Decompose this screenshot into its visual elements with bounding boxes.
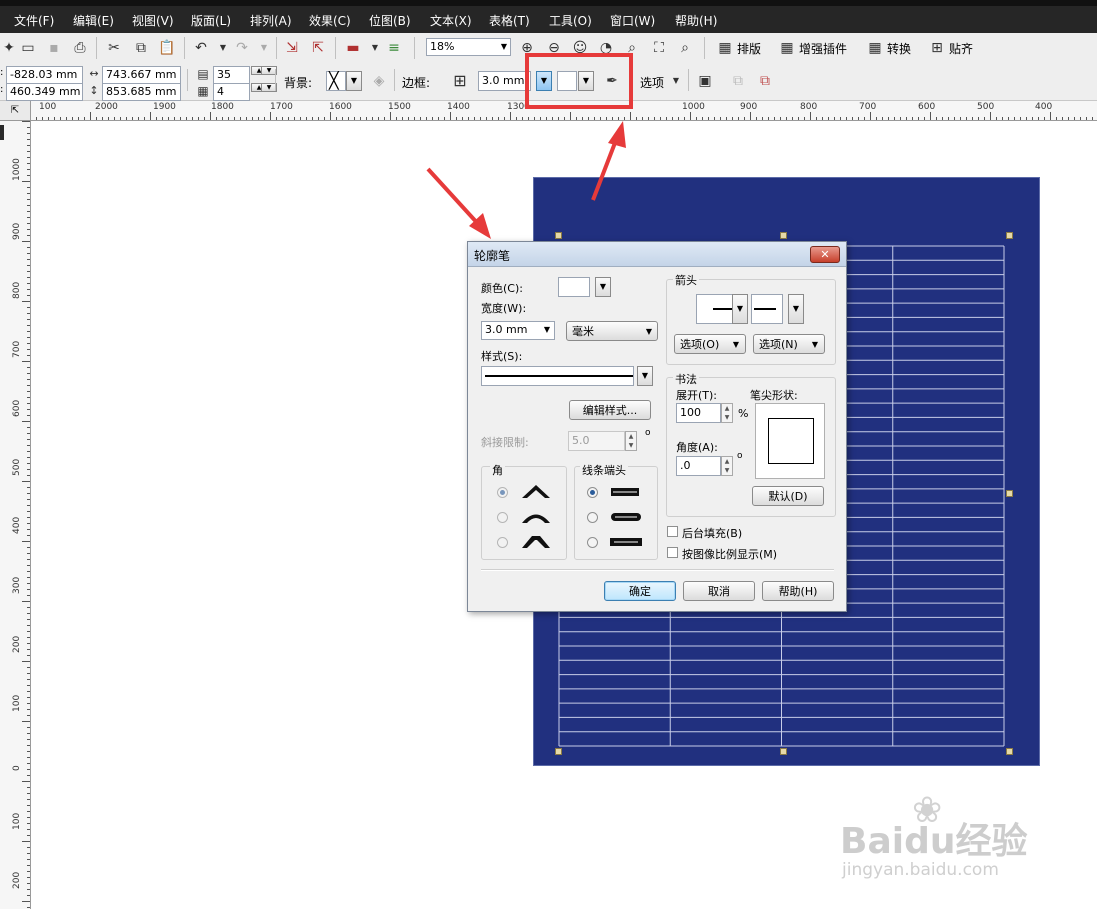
width-value: 3.0 mm [485, 323, 528, 336]
corner-bevel-radio[interactable] [497, 537, 508, 548]
cancel-button[interactable]: 取消 [683, 581, 755, 601]
line-style-field[interactable] [481, 366, 634, 386]
style-dropdown[interactable]: ▼ [637, 366, 653, 386]
round-cap-icon [611, 513, 641, 521]
angle-spinner-icon[interactable]: ▲ ▼ [721, 456, 733, 476]
miter-spinner-icon[interactable]: ▲ ▼ [625, 431, 637, 451]
end-arrow-field[interactable] [751, 294, 783, 324]
corner-label: 角 [490, 462, 505, 478]
width-field[interactable]: 3.0 mm ▼ [481, 321, 555, 340]
miter-limit-value: 5.0 [572, 434, 590, 447]
stretch-spinner-icon[interactable]: ▲ ▼ [721, 403, 733, 423]
linecap-square-radio[interactable] [587, 537, 598, 548]
help-button[interactable]: 帮助(H) [762, 581, 834, 601]
stretch-percent-unit: % [738, 407, 749, 420]
linecap-round-radio[interactable] [587, 512, 598, 523]
arrow-label: 箭头 [673, 272, 699, 288]
nib-shape-label: 笔尖形状: [750, 389, 798, 402]
linecap-butt-radio[interactable] [587, 487, 598, 498]
unit-dropdown[interactable]: 毫米 ▼ [566, 321, 658, 341]
round-corner-icon [522, 514, 550, 523]
bevel-corner-icon [522, 536, 550, 548]
angle-label: 角度(A): [676, 441, 718, 454]
behind-fill-label: 后台填充(B) [682, 527, 743, 540]
watermark-url: jingyan.baidu.com [842, 860, 999, 880]
behind-fill-checkbox[interactable] [667, 526, 678, 537]
arrow-to-dialog [426, 167, 491, 239]
end-arrow-dropdown[interactable]: ▼ [788, 294, 804, 324]
close-icon: ✕ [820, 248, 830, 261]
calligraphy-label: 书法 [673, 371, 699, 387]
outline-pen-dialog: 轮廓笔 ✕ 颜色(C): ▼ 宽度(W): 3.0 mm ▼ 毫米 ▼ 样式(S… [467, 241, 847, 612]
start-arrow-dropdown[interactable]: ▼ [732, 294, 748, 324]
miter-limit-label: 斜接限制: [481, 436, 529, 449]
chevron-down-icon[interactable]: ▼ [544, 322, 550, 338]
unit-value: 毫米 [572, 325, 594, 338]
scale-with-image-checkbox[interactable] [667, 547, 678, 558]
miter-degree-unit: o [645, 428, 651, 438]
corner-round-radio[interactable] [497, 512, 508, 523]
arrow-options-end-label: 选项(N) [759, 338, 798, 351]
dialog-title-bar[interactable]: 轮廓笔 ✕ [468, 242, 846, 267]
ok-button[interactable]: 确定 [604, 581, 676, 601]
stretch-value: 100 [680, 406, 701, 419]
arrow-options-start-button[interactable]: 选项(O) ▼ [674, 334, 746, 354]
end-arrow-line [754, 308, 776, 310]
linecap-label: 线条端头 [580, 462, 628, 478]
nib-shape-preview[interactable] [755, 403, 825, 479]
stretch-field[interactable]: 100 [676, 403, 721, 423]
stretch-label: 展开(T): [676, 389, 718, 402]
nib-shape-square [768, 418, 814, 464]
arrow-options-end-button[interactable]: 选项(N) ▼ [753, 334, 825, 354]
chevron-down-icon: ▼ [645, 327, 652, 336]
butt-cap-icon [611, 488, 639, 496]
default-button[interactable]: 默认(D) [752, 486, 824, 506]
angle-degree-unit: o [737, 451, 743, 461]
angle-field[interactable]: .0 [676, 456, 721, 476]
chevron-down-icon: ▼ [732, 340, 739, 349]
square-cap-icon [610, 538, 642, 546]
color-swatch[interactable] [558, 277, 590, 297]
scale-with-image-label: 按图像比例显示(M) [682, 548, 778, 561]
solid-line-sample [485, 375, 633, 377]
color-label: 颜色(C): [481, 282, 523, 295]
watermark-brand: Baidu经验 [840, 821, 1028, 862]
dialog-title: 轮廓笔 [474, 249, 511, 263]
arrow-options-start-label: 选项(O) [680, 338, 720, 351]
width-label: 宽度(W): [481, 302, 527, 315]
corner-miter-radio[interactable] [497, 487, 508, 498]
chevron-down-icon: ▼ [811, 340, 818, 349]
edit-style-button[interactable]: 编辑样式... [569, 400, 651, 420]
style-label: 样式(S): [481, 350, 523, 363]
close-button[interactable]: ✕ [810, 246, 840, 263]
dialog-divider [481, 569, 834, 571]
miter-limit-field[interactable]: 5.0 [568, 431, 625, 451]
color-dropdown[interactable]: ▼ [595, 277, 611, 297]
miter-corner-icon [522, 485, 550, 498]
arrow-to-border-controls [591, 121, 626, 201]
angle-value: .0 [680, 459, 691, 472]
